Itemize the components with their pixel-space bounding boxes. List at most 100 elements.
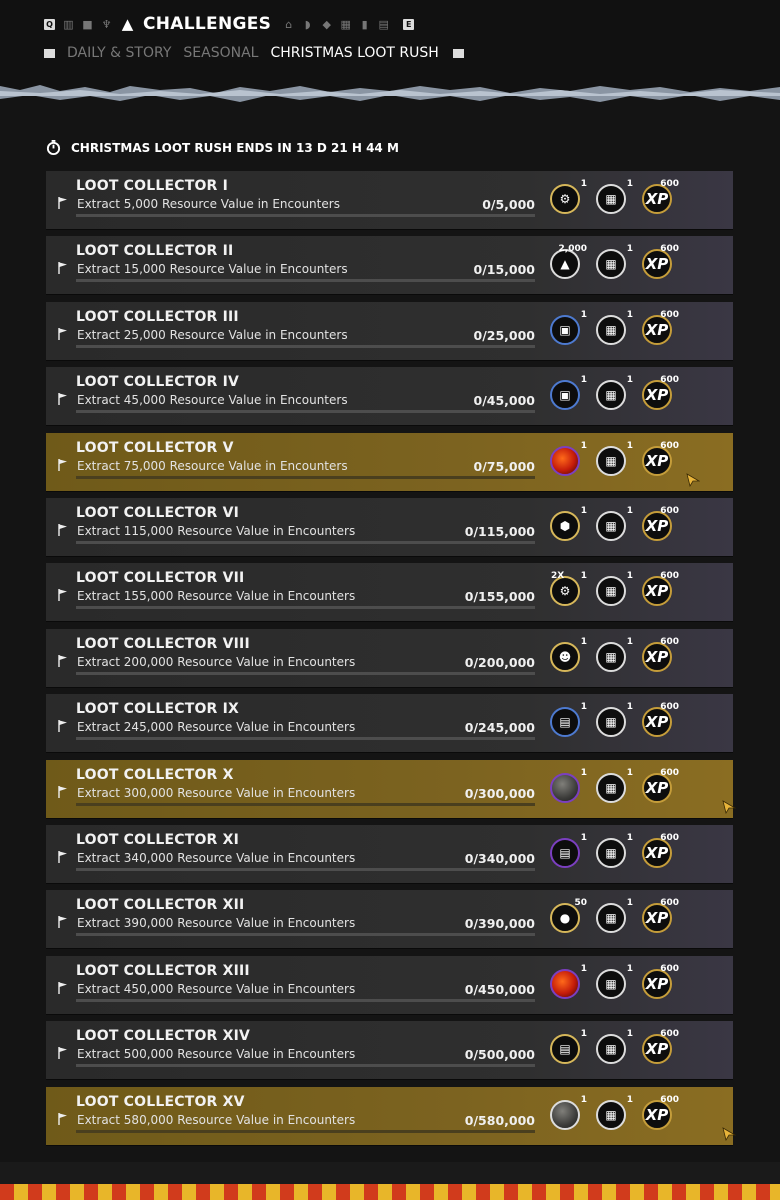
progress-bar: [76, 933, 535, 936]
reward-crate[interactable]: ▦ 1: [594, 179, 633, 217]
challenge-description: Extract 245,000 Resource Value in Encoun…: [77, 720, 356, 734]
tab-seasonal[interactable]: SEASONAL: [183, 45, 258, 61]
menu-icon-8[interactable]: ▮: [359, 19, 370, 30]
menu-icon-4[interactable]: ⌂: [283, 19, 294, 30]
reward-item[interactable]: ☻ 1: [548, 637, 587, 675]
reward-xp[interactable]: XP 600: [640, 702, 679, 740]
crate-count: 1: [626, 702, 633, 712]
menu-icon-6[interactable]: ◆: [321, 19, 332, 30]
reward-item[interactable]: ▤ 1: [548, 1029, 587, 1067]
supply-crate-icon: ▦: [596, 642, 626, 672]
menu-icon-1[interactable]: ▥: [63, 19, 74, 30]
reward-crate[interactable]: ▦ 1: [594, 637, 633, 675]
tab-christmas-loot-rush[interactable]: CHRISTMAS LOOT RUSH: [270, 45, 438, 61]
reward-xp[interactable]: XP 600: [640, 1095, 679, 1133]
supply-crate-icon: ▦: [596, 446, 626, 476]
reward-count: 1: [580, 833, 587, 843]
reward-xp[interactable]: XP 600: [640, 898, 679, 936]
reward-crate[interactable]: ▦ 1: [594, 1029, 633, 1067]
reward-item[interactable]: ⚙ 1: [548, 179, 587, 217]
reward-crate[interactable]: ▦ 1: [594, 441, 633, 479]
reward-count: 1: [580, 506, 587, 516]
reward-xp[interactable]: XP 600: [640, 1029, 679, 1067]
reward-item[interactable]: ⬢ 1: [548, 506, 587, 544]
reward-item[interactable]: 1: [548, 1095, 587, 1133]
challenge-title: LOOT COLLECTOR III: [76, 309, 239, 325]
xp-amount: 600: [660, 1095, 679, 1105]
challenge-card[interactable]: LOOT COLLECTOR XIII Extract 450,000 Resou…: [46, 956, 733, 1014]
reward-item[interactable]: ● 50: [548, 898, 587, 936]
challenge-card[interactable]: LOOT COLLECTOR VI Extract 115,000 Resourc…: [46, 498, 733, 556]
reward-crate[interactable]: ▦ 1: [594, 898, 633, 936]
reward-xp[interactable]: XP 600: [640, 768, 679, 806]
xp-amount: 600: [660, 702, 679, 712]
reward-xp[interactable]: XP 600: [640, 375, 679, 413]
reward-item[interactable]: ⚙ 2X 1: [548, 571, 587, 609]
reward-item[interactable]: ▣ 1: [548, 310, 587, 348]
reward-xp[interactable]: XP 600: [640, 833, 679, 871]
menu-icon-5[interactable]: ◗: [302, 19, 313, 30]
progress-bar: [76, 476, 535, 479]
crate-count: 1: [626, 441, 633, 451]
supply-crate-icon: ▦: [596, 1100, 626, 1130]
challenge-card[interactable]: LOOT COLLECTOR IX Extract 245,000 Resourc…: [46, 694, 733, 752]
challenge-card[interactable]: LOOT COLLECTOR XIV Extract 500,000 Resour…: [46, 1021, 733, 1079]
challenge-card[interactable]: LOOT COLLECTOR VII Extract 155,000 Resour…: [46, 563, 733, 621]
reward-crate[interactable]: ▦ 1: [594, 310, 633, 348]
reward-item[interactable]: 1: [548, 964, 587, 1002]
reward-xp[interactable]: XP 600: [640, 571, 679, 609]
challenge-card[interactable]: LOOT COLLECTOR I Extract 5,000 Resource V…: [46, 171, 733, 229]
reward-crate[interactable]: ▦ 1: [594, 833, 633, 871]
box-upgrade-icon: ⬢: [550, 511, 580, 541]
flag-icon: [58, 786, 67, 798]
challenge-card[interactable]: LOOT COLLECTOR X Extract 300,000 Resource…: [46, 760, 736, 818]
reward-xp[interactable]: XP 600: [640, 244, 679, 282]
chest-icon: ▤: [550, 1034, 580, 1064]
reward-crate[interactable]: ▦ 1: [594, 964, 633, 1002]
reward-crate[interactable]: ▦ 1: [594, 375, 633, 413]
challenge-card[interactable]: LOOT COLLECTOR II Extract 15,000 Resource…: [46, 236, 733, 294]
cursor-marker-icon: [686, 473, 700, 487]
challenge-description: Extract 450,000 Resource Value in Encoun…: [77, 982, 356, 996]
reward-crate[interactable]: ▦ 1: [594, 244, 633, 282]
challenge-card[interactable]: LOOT COLLECTOR VIII Extract 200,000 Resou…: [46, 629, 733, 687]
challenge-card[interactable]: LOOT COLLECTOR XI Extract 340,000 Resourc…: [46, 825, 733, 883]
reward-xp[interactable]: XP 600: [640, 506, 679, 544]
challenge-card[interactable]: LOOT COLLECTOR V Extract 75,000 Resource …: [46, 433, 733, 491]
menu-icon-2[interactable]: ■: [82, 19, 93, 30]
challenge-card[interactable]: LOOT COLLECTOR XII Extract 390,000 Resour…: [46, 890, 733, 948]
reward-item[interactable]: ▲ 2,000: [548, 244, 587, 282]
reward-item[interactable]: ▤ 1: [548, 702, 587, 740]
reward-item[interactable]: ▣ 1: [548, 375, 587, 413]
reward-xp[interactable]: XP 600: [640, 637, 679, 675]
tab-daily-story[interactable]: DAILY & STORY: [67, 45, 171, 61]
reward-crate[interactable]: ▦ 1: [594, 1095, 633, 1133]
menu-icon-7[interactable]: ▦: [340, 19, 351, 30]
menu-icon-9[interactable]: ▤: [378, 19, 389, 30]
reward-xp[interactable]: XP 600: [640, 310, 679, 348]
reward-crate[interactable]: ▦ 1: [594, 571, 633, 609]
reward-item[interactable]: 1: [548, 768, 587, 806]
challenge-card[interactable]: LOOT COLLECTOR IV Extract 45,000 Resource…: [46, 367, 733, 425]
challenge-card[interactable]: LOOT COLLECTOR III Extract 25,000 Resourc…: [46, 302, 733, 360]
reward-xp[interactable]: XP 600: [640, 179, 679, 217]
reward-crate[interactable]: ▦ 1: [594, 768, 633, 806]
reward-xp[interactable]: XP 600: [640, 441, 679, 479]
gear-badge-icon: ⚙: [550, 184, 580, 214]
e-key-hint[interactable]: E: [403, 18, 415, 30]
menu-icon-3[interactable]: ♆: [101, 19, 112, 30]
q-key-hint[interactable]: Q: [44, 18, 55, 30]
reward-crate[interactable]: ▦ 1: [594, 506, 633, 544]
tab-next-icon[interactable]: [452, 48, 464, 58]
reward-item[interactable]: 1: [548, 441, 587, 479]
challenge-description: Extract 200,000 Resource Value in Encoun…: [77, 655, 356, 669]
reward-item[interactable]: ▤ 1: [548, 833, 587, 871]
crate-count: 1: [626, 571, 633, 581]
reward-crate[interactable]: ▦ 1: [594, 702, 633, 740]
xp-amount: 600: [660, 244, 679, 254]
tab-prev-icon[interactable]: [44, 48, 55, 58]
main-menu-row: Q ▥ ■ ♆ ▲ CHALLENGES ⌂ ◗ ◆ ▦ ▮ ▤ E: [44, 14, 415, 34]
reward-xp[interactable]: XP 600: [640, 964, 679, 1002]
challenge-title: LOOT COLLECTOR X: [76, 767, 234, 783]
challenge-card[interactable]: LOOT COLLECTOR XV Extract 580,000 Resourc…: [46, 1087, 736, 1145]
